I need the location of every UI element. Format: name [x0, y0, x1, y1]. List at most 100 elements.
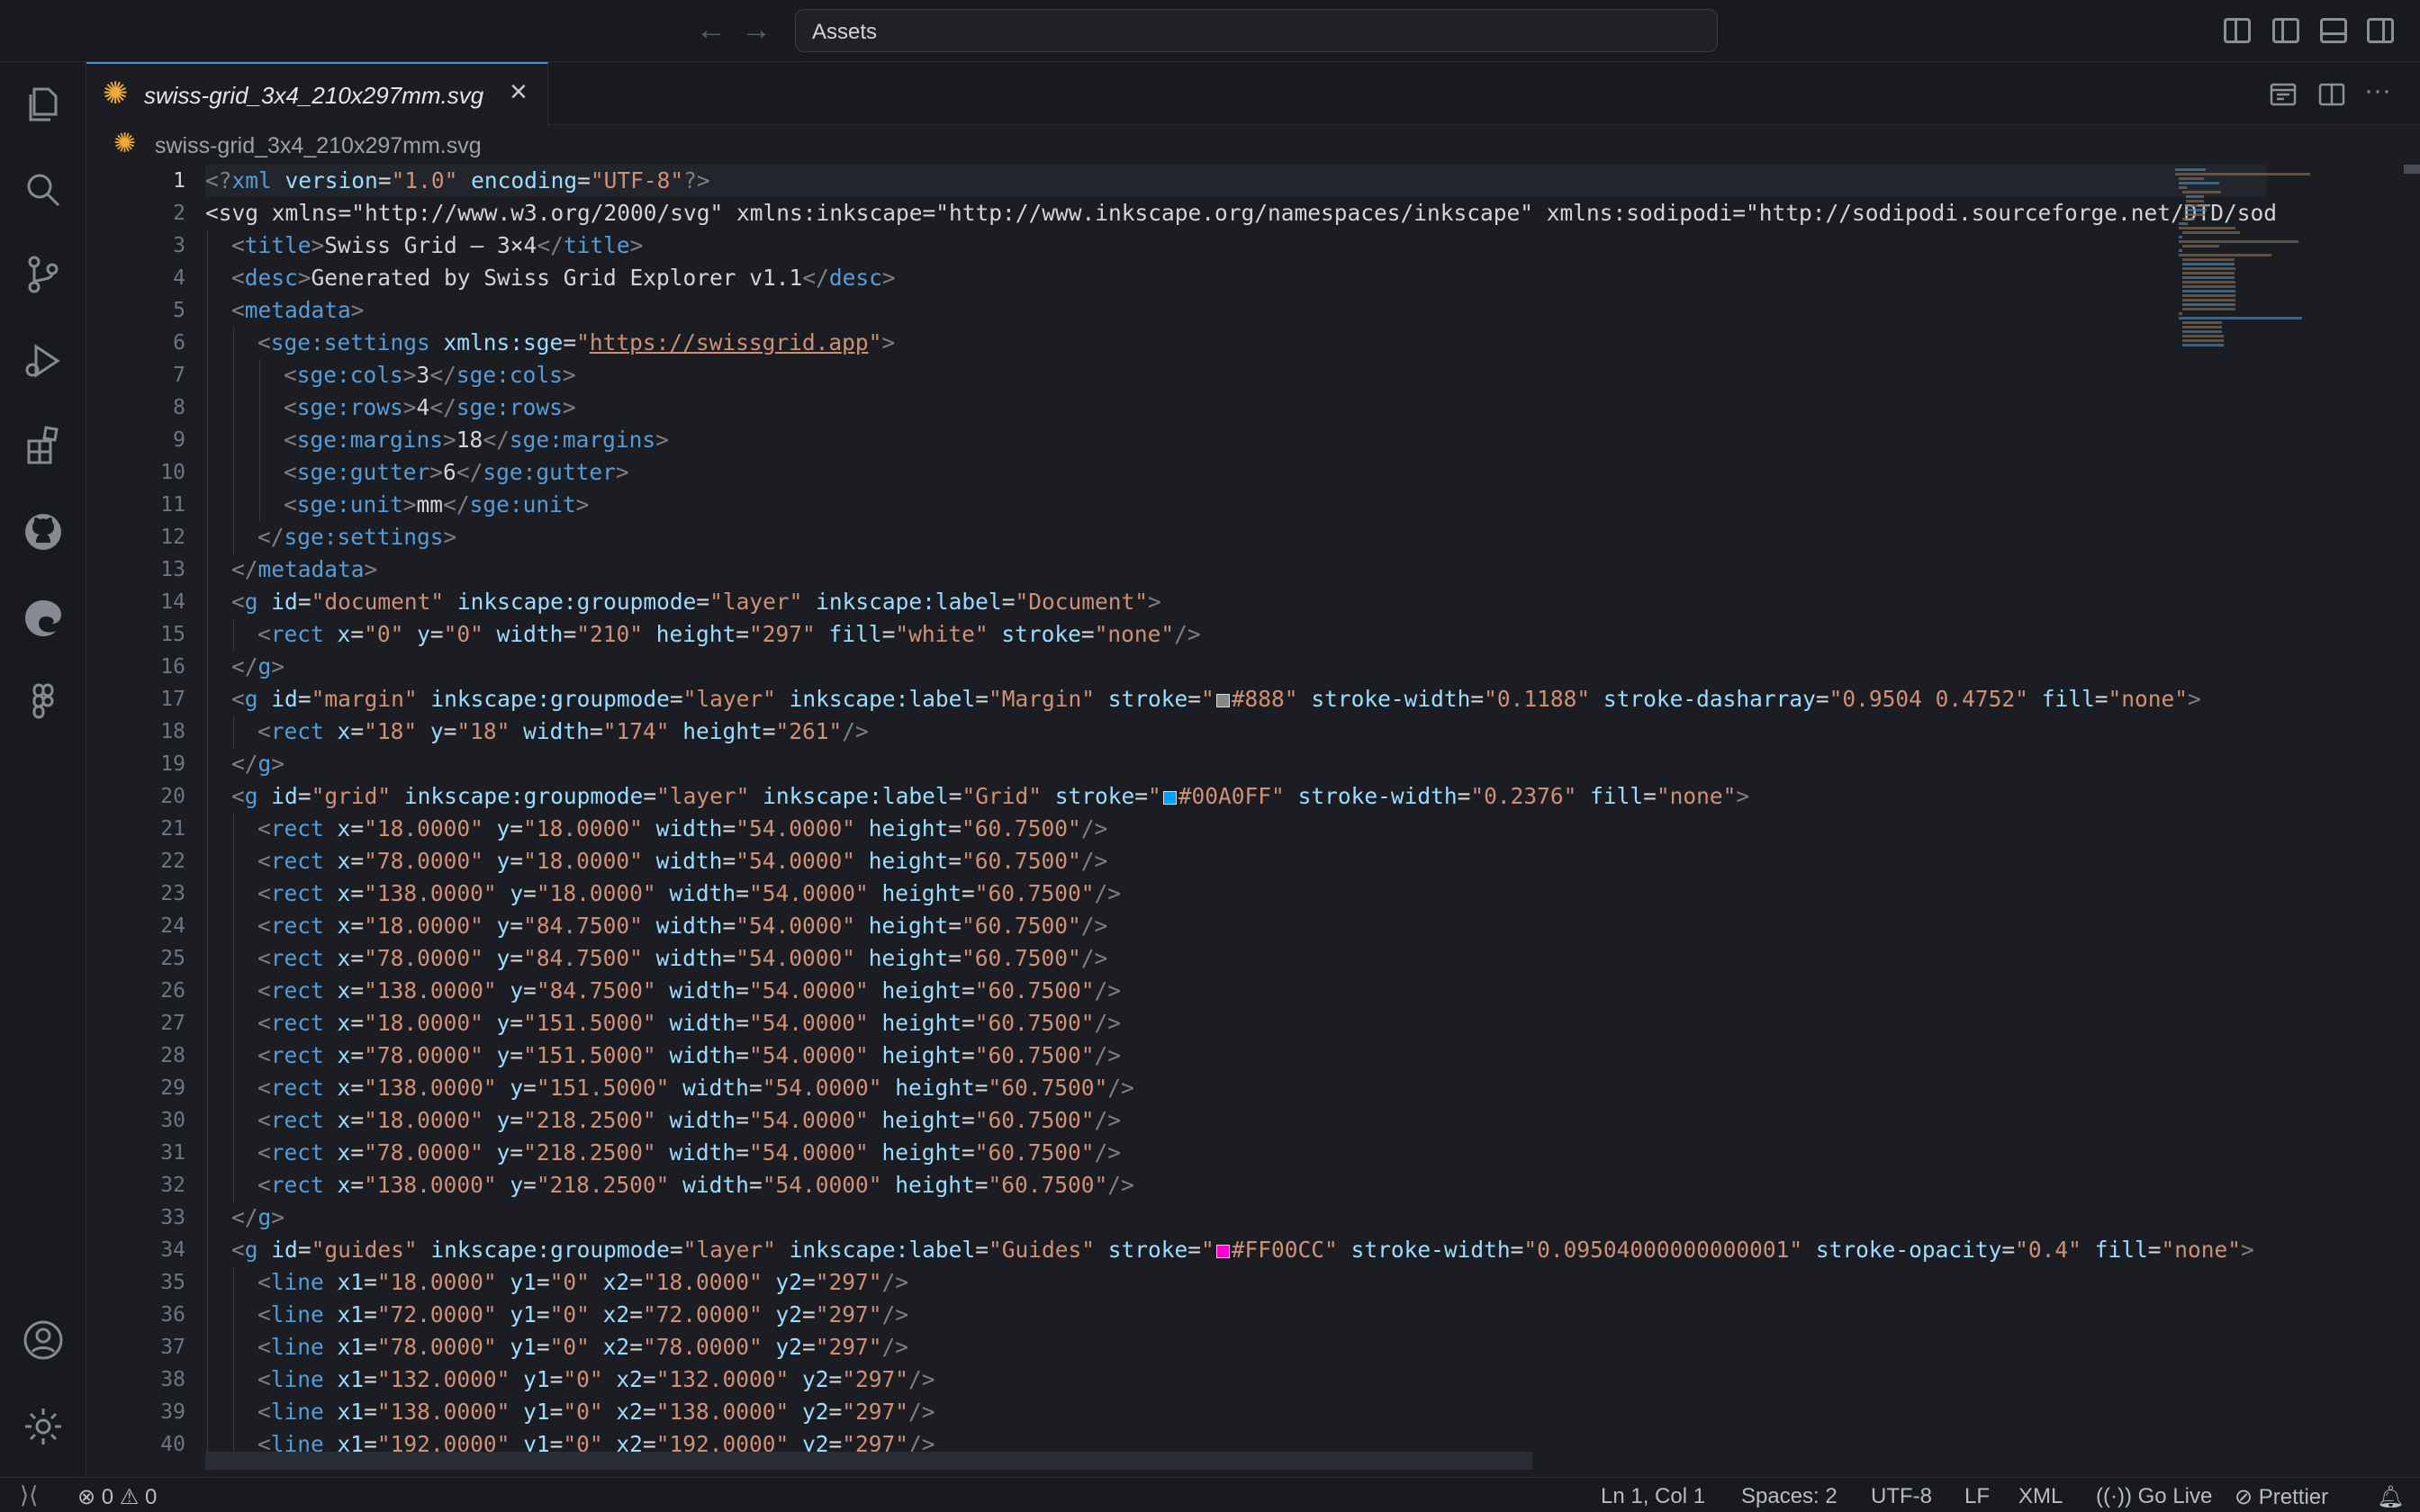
toggle-primary-sidebar-icon[interactable] [2272, 18, 2299, 43]
code-line[interactable]: <line x1="18.0000" y1="0" x2="18.0000" y… [257, 1266, 908, 1299]
tab-swiss-grid-svg[interactable]: ✺ swiss-grid_3x4_210x297mm.svg × [86, 62, 548, 125]
code-line[interactable]: <line x1="138.0000" y1="0" x2="138.0000"… [257, 1396, 935, 1428]
code-line[interactable]: <line x1="72.0000" y1="0" x2="72.0000" y… [257, 1299, 908, 1331]
prettier-button[interactable]: ⊘ Prettier [2235, 1484, 2328, 1510]
extensions-icon[interactable] [22, 425, 65, 468]
customize-layout-icon[interactable] [2224, 18, 2251, 43]
close-icon[interactable]: × [510, 76, 528, 107]
code-line[interactable]: <rect x="78.0000" y="84.7500" width="54.… [257, 942, 1107, 975]
explorer-icon[interactable] [22, 82, 65, 125]
indent-guide [207, 359, 208, 392]
code-line[interactable]: <rect x="138.0000" y="84.7500" width="54… [257, 975, 1121, 1007]
line-number: 11 [160, 493, 185, 517]
minimap-line [2186, 209, 2208, 212]
code-line[interactable]: <rect x="138.0000" y="18.0000" width="54… [257, 878, 1121, 910]
edge-icon[interactable] [22, 597, 65, 640]
indent-guide [233, 1331, 234, 1364]
line-number: 30 [160, 1109, 185, 1132]
code-line[interactable]: <rect x="18.0000" y="84.7500" width="54.… [257, 910, 1107, 942]
encoding[interactable]: UTF-8 [1871, 1484, 1932, 1509]
code-line[interactable]: <sge:unit>mm</sge:unit> [284, 489, 589, 521]
code-line[interactable]: </g> [231, 748, 284, 780]
code-line[interactable]: <g id="document" inkscape:groupmode="lay… [231, 586, 1161, 618]
line-number: 2 [173, 202, 185, 225]
code-line[interactable]: <rect x="0" y="0" width="210" height="29… [257, 618, 1201, 651]
problems-indicator[interactable]: ⊗ 0 ⚠ 0 [77, 1484, 157, 1510]
settings-gear-icon[interactable] [22, 1405, 65, 1448]
code-line[interactable]: <rect x="18" y="18" width="174" height="… [257, 716, 869, 748]
figma-icon[interactable] [22, 681, 65, 724]
code-editor[interactable]: 1 2 3 4 5 6 7 8 9 10 11 12 13 14 15 16 17 18 19 20 21 22 23 24 2… [86, 165, 2420, 1477]
github-icon[interactable] [22, 510, 65, 554]
go-live-button[interactable]: ((·)) Go Live [2096, 1484, 2212, 1509]
source-control-icon[interactable] [22, 253, 65, 296]
code-line[interactable]: <desc>Generated by Swiss Grid Explorer v… [231, 262, 896, 294]
code-line[interactable]: </metadata> [231, 554, 377, 586]
line-number: 16 [160, 655, 185, 679]
indent-guide [233, 1266, 234, 1299]
code-line[interactable]: <sge:rows>4</sge:rows> [284, 392, 576, 424]
code-line[interactable]: <g id="grid" inkscape:groupmode="layer" … [231, 780, 1749, 813]
horizontal-scrollbar[interactable] [205, 1452, 1532, 1470]
arrow-right-icon[interactable]: → [740, 14, 772, 47]
more-actions-icon[interactable]: ··· [2364, 77, 2393, 106]
code-line[interactable]: <rect x="18.0000" y="18.0000" width="54.… [257, 813, 1107, 845]
line-number: 14 [160, 590, 185, 614]
language-mode[interactable]: XML [2018, 1484, 2063, 1509]
line-number: 10 [160, 461, 185, 484]
code-line[interactable]: <metadata> [231, 294, 365, 327]
code-line[interactable]: <sge:settings xmlns:sge="https://swissgr… [257, 327, 895, 359]
code-line[interactable]: <g id="margin" inkscape:groupmode="layer… [231, 683, 2201, 716]
code-line[interactable]: </g> [231, 1202, 284, 1234]
breadcrumb-file[interactable]: swiss-grid_3x4_210x297mm.svg [155, 133, 482, 159]
search-icon[interactable] [22, 168, 65, 212]
command-center-search[interactable]: Assets [795, 9, 1718, 52]
code-line[interactable]: <line x1="78.0000" y1="0" x2="78.0000" y… [257, 1331, 908, 1364]
indent-guide [233, 618, 234, 651]
remote-icon[interactable]: ⟩⟨ [20, 1481, 38, 1509]
account-icon[interactable] [22, 1318, 65, 1362]
toggle-panel-icon[interactable] [2320, 18, 2347, 43]
code-line[interactable]: <?xml version="1.0" encoding="UTF-8"?> [205, 165, 710, 197]
minimap-line [2179, 182, 2219, 184]
code-line[interactable]: <rect x="138.0000" y="218.2500" width="5… [257, 1169, 1134, 1202]
split-editor-icon[interactable] [2317, 80, 2346, 109]
code-line[interactable]: <rect x="138.0000" y="151.5000" width="5… [257, 1072, 1134, 1104]
minimap[interactable] [2175, 165, 2391, 363]
minimap-line [2175, 173, 2311, 176]
indent-guide [207, 748, 208, 780]
minimap-line [2186, 204, 2210, 207]
arrow-left-icon[interactable]: ← [695, 14, 727, 47]
code-line[interactable]: <sge:gutter>6</sge:gutter> [284, 456, 629, 489]
indent-guide [207, 618, 208, 651]
minimap-line [2182, 294, 2236, 297]
open-preview-icon[interactable] [2269, 80, 2298, 109]
line-number: 40 [160, 1433, 185, 1456]
code-line[interactable]: </g> [231, 651, 284, 683]
toggle-secondary-sidebar-icon[interactable] [2367, 18, 2394, 43]
run-debug-icon[interactable] [22, 339, 65, 382]
vertical-scrollbar[interactable] [2404, 165, 2420, 174]
code-line[interactable]: <rect x="78.0000" y="151.5000" width="54… [257, 1040, 1121, 1072]
code-line[interactable]: <rect x="18.0000" y="151.5000" width="54… [257, 1007, 1121, 1040]
code-line[interactable]: <rect x="78.0000" y="218.2500" width="54… [257, 1137, 1121, 1169]
indent-guide [207, 262, 208, 294]
indent-guide [233, 1104, 234, 1137]
indent-guide [233, 716, 234, 748]
code-line[interactable]: <svg xmlns="http://www.w3.org/2000/svg" … [205, 197, 2276, 230]
code-content[interactable]: <?xml version="1.0" encoding="UTF-8"?> <s… [205, 165, 2276, 1477]
code-line[interactable]: </sge:settings> [257, 521, 456, 554]
code-line[interactable]: <sge:margins>18</sge:margins> [284, 424, 669, 456]
cursor-position[interactable]: Ln 1, Col 1 [1601, 1484, 1705, 1509]
indent-guide [233, 1299, 234, 1331]
code-line[interactable]: <rect x="78.0000" y="18.0000" width="54.… [257, 845, 1107, 878]
code-line[interactable]: <sge:cols>3</sge:cols> [284, 359, 576, 392]
minimap-line [2182, 245, 2220, 248]
indentation[interactable]: Spaces: 2 [1741, 1484, 1838, 1509]
code-line[interactable]: <rect x="18.0000" y="218.2500" width="54… [257, 1104, 1121, 1137]
code-line[interactable]: <title>Swiss Grid — 3×4</title> [231, 230, 643, 262]
end-of-line[interactable]: LF [1964, 1484, 1990, 1509]
bell-icon[interactable]: 🔔︎ [2377, 1484, 2404, 1510]
code-line[interactable]: <line x1="132.0000" y1="0" x2="132.0000"… [257, 1364, 935, 1396]
code-line[interactable]: <g id="guides" inkscape:groupmode="layer… [231, 1234, 2254, 1266]
